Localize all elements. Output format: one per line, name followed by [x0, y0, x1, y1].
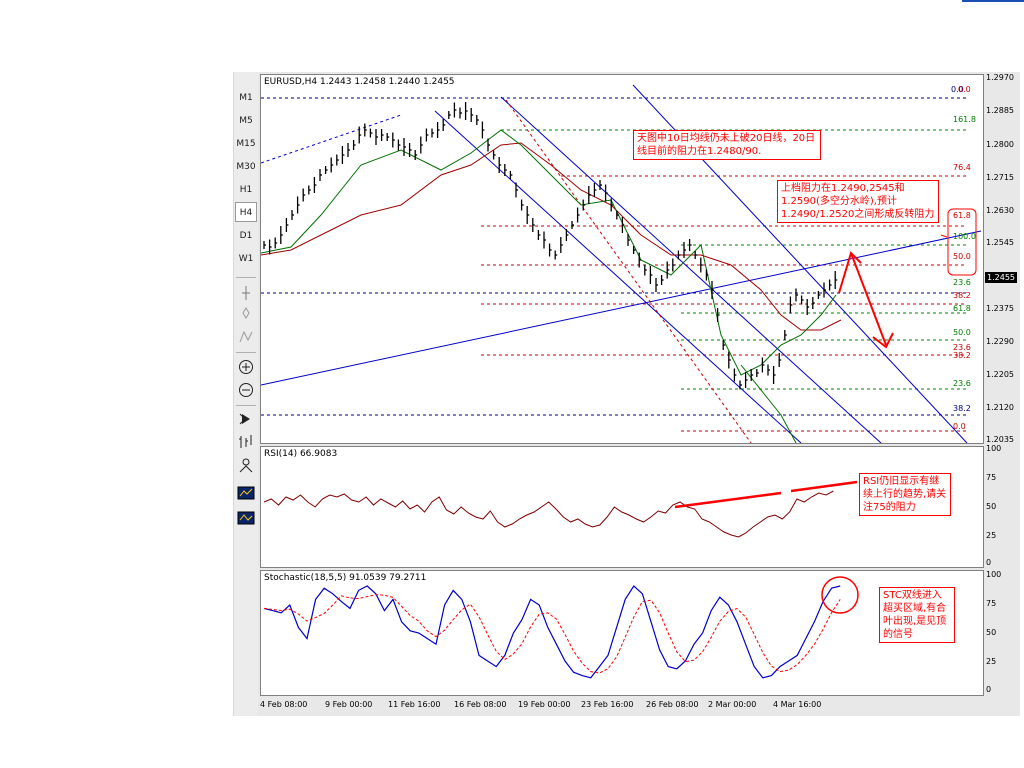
rsi-tick: 50	[986, 502, 997, 511]
fib-label: 50.0	[953, 252, 971, 261]
current-price-tag: 1.2455	[985, 272, 1017, 283]
price-tick: 1.2375	[986, 304, 1014, 313]
price-tick: 1.2630	[986, 206, 1014, 215]
toolbar-separator	[236, 352, 256, 353]
time-tick: 23 Feb 16:00	[581, 700, 634, 709]
timeframe-h4[interactable]: H4	[235, 202, 257, 222]
price-tick: 1.2885	[986, 106, 1014, 115]
rsi-tick: 0	[986, 558, 992, 567]
chart-window-icon[interactable]	[237, 484, 255, 502]
chart-window: EURUSD,H4 1.2443 1.2458 1.2440 1.2455 0.…	[258, 72, 1020, 716]
stoch-tick: 50	[986, 628, 997, 637]
timeframe-toolbar: M1 M5 M15 M30 H1 H4 D1 W1	[233, 72, 260, 716]
fib-label: 100.0	[953, 232, 976, 241]
ma-20-line	[260, 142, 842, 331]
fib-label: 23.6	[953, 278, 971, 287]
annotation-note-rsi: RSI仍旧显示有继续上行的趋势,请关注75的阻力	[859, 473, 951, 516]
stochastic-panel[interactable]: Stochastic(18,5,5) 91.0539 79.2711 STC双线…	[260, 570, 984, 696]
stoch-tick: 100	[986, 570, 1002, 579]
time-tick: 4 Mar 16:00	[773, 700, 822, 709]
fib-label: 0.0	[958, 85, 971, 94]
cursor-icon[interactable]	[237, 284, 255, 302]
rsi-trendline	[790, 480, 858, 493]
timeframe-m5[interactable]: M5	[235, 111, 257, 131]
time-tick: 16 Feb 08:00	[454, 700, 507, 709]
drag-icon[interactable]	[237, 306, 255, 324]
price-chart-panel[interactable]: EURUSD,H4 1.2443 1.2458 1.2440 1.2455 0.…	[260, 74, 984, 444]
price-tick: 1.2970	[986, 73, 1014, 82]
timeframe-d1[interactable]: D1	[235, 226, 257, 246]
scroll-chart-icon[interactable]	[237, 410, 255, 428]
time-tick: 9 Feb 00:00	[325, 700, 373, 709]
stochastic-svg	[263, 576, 859, 679]
price-tick: 1.2545	[986, 238, 1014, 247]
fib-label: 61.8	[953, 211, 971, 220]
price-tick: 1.2715	[986, 173, 1014, 182]
price-tick: 1.2290	[986, 337, 1014, 346]
zoom-in-icon[interactable]	[237, 358, 255, 376]
toolbar-separator	[236, 405, 256, 406]
price-tick: 1.2035	[986, 435, 1014, 444]
annotation-note-resistance: 上档阻力在1.2490,2545和1.2590(多空分水岭),预计1.2490/…	[777, 180, 939, 223]
timeframe-w1[interactable]: W1	[235, 249, 257, 269]
pen-icon[interactable]	[237, 328, 255, 346]
price-chart-svg	[260, 84, 982, 444]
annotation-connector	[940, 234, 948, 238]
rsi-panel[interactable]: RSI(14) 66.9083 RSI仍旧显示有继续上行的趋势,请关注75的阻力	[260, 446, 984, 568]
annotation-note-stochastic: STC双线进入超买区域,有合叶出现,是见顶的信号	[879, 587, 955, 643]
rsi-header: RSI(14) 66.9083	[264, 449, 338, 459]
stochastic-main-line	[263, 585, 841, 679]
price-tick: 1.2120	[986, 403, 1014, 412]
fib-levels	[261, 97, 967, 432]
time-tick: 26 Feb 08:00	[646, 700, 699, 709]
time-tick: 4 Feb 08:00	[260, 700, 308, 709]
fib-label: 23.6	[953, 379, 971, 388]
price-tick: 1.2205	[986, 370, 1014, 379]
fib-label: 38.2	[953, 291, 971, 300]
rsi-trendline	[674, 491, 782, 509]
timeframe-m1[interactable]: M1	[235, 88, 257, 108]
forecast-arrows	[838, 251, 894, 349]
toolbar-separator	[236, 277, 256, 278]
rsi-tick: 100	[986, 444, 1002, 453]
fib-label: 76.4	[953, 163, 971, 172]
dashed-trendline	[260, 114, 402, 164]
annotation-note-ma: 天图中10日均线仍未上破20日线，20日线目前的阻力在1.2480/90.	[633, 130, 821, 160]
fib-label: 161.8	[953, 115, 976, 124]
time-tick: 19 Feb 00:00	[518, 700, 571, 709]
zoom-out-icon[interactable]	[237, 381, 255, 399]
fib-label: 38.2	[953, 404, 971, 413]
fib-label: 0.0	[953, 422, 966, 431]
fib-label: 50.0	[953, 328, 971, 337]
expert-icon[interactable]	[237, 456, 255, 474]
ma-10-line	[260, 129, 837, 376]
stoch-tick: 0	[986, 685, 992, 694]
fib-label: 38.2	[953, 351, 971, 360]
chart-window-icon-2[interactable]	[237, 509, 255, 527]
time-tick: 2 Mar 00:00	[708, 700, 757, 709]
bar-chart-icon[interactable]	[237, 433, 255, 451]
timeframe-m30[interactable]: M30	[235, 157, 257, 177]
rsi-tick: 25	[986, 531, 997, 540]
stoch-tick: 25	[986, 657, 997, 666]
chart-symbol-header: EURUSD,H4 1.2443 1.2458 1.2440 1.2455	[264, 77, 455, 87]
timeframe-m15[interactable]: M15	[235, 134, 257, 154]
price-tick: 1.2800	[986, 140, 1014, 149]
support-trendline	[260, 230, 982, 386]
top-accent-line	[962, 0, 1024, 2]
rsi-tick: 75	[986, 473, 997, 482]
stoch-tick: 75	[986, 599, 997, 608]
fib-label: 61.8	[953, 304, 971, 313]
time-tick: 11 Feb 16:00	[388, 700, 441, 709]
timeframe-h1[interactable]: H1	[235, 180, 257, 200]
stochastic-header: Stochastic(18,5,5) 91.0539 79.2711	[264, 573, 427, 583]
